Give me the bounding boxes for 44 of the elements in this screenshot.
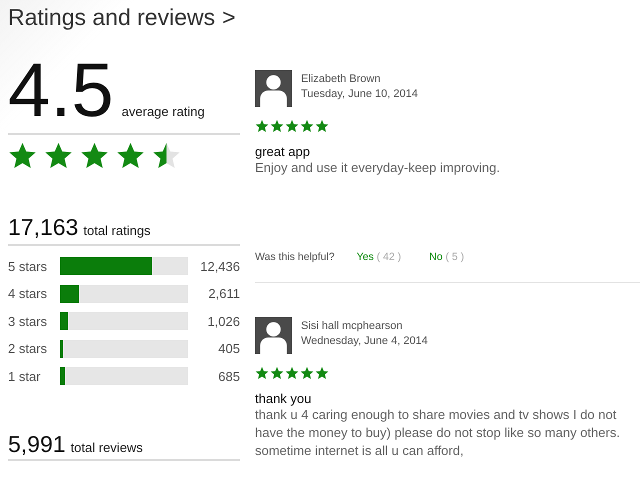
rating-count: 405 (217, 341, 240, 356)
review-date: Tuesday, June 10, 2014 (301, 88, 418, 100)
review-text: Enjoy and use it everyday-keep improving. (255, 159, 501, 177)
total-reviews-count: 5,991 (8, 431, 66, 458)
average-rating-value: 4.5 (8, 53, 114, 129)
star-icon (116, 141, 145, 170)
total-ratings-label: total ratings (83, 223, 151, 238)
star-icon (285, 119, 299, 133)
chevron-link[interactable]: > (222, 4, 236, 31)
reviewer-name: Sisi hall mcphearson (301, 320, 404, 332)
rating-count: 2,611 (207, 286, 240, 301)
total-ratings-count: 17,163 (8, 214, 78, 241)
star-level-label: 5 stars (8, 258, 48, 274)
star-icon (270, 119, 284, 133)
review-date: Wednesday, June 4, 2014 (301, 335, 428, 347)
reviewer-name: Elizabeth Brown (301, 73, 382, 85)
star-icon (255, 119, 269, 133)
star-icon (285, 366, 299, 380)
star-icon (315, 366, 329, 380)
total-reviews-label: total reviews (70, 440, 143, 455)
star-icon (80, 141, 109, 170)
rating-count: 685 (217, 368, 240, 384)
star-icon (300, 366, 314, 380)
star-icon (152, 141, 181, 170)
section-title: Ratings and reviews (8, 4, 216, 31)
rating-count: 1,026 (206, 314, 240, 328)
star-level-label: 3 stars (8, 314, 48, 328)
no-button[interactable]: No ( 5 ) (429, 251, 464, 263)
star-icon (255, 366, 269, 380)
star-level-label: 2 stars (8, 341, 48, 356)
star-icon (44, 141, 73, 170)
star-icon (300, 119, 314, 133)
yes-button[interactable]: Yes ( 42 ) (356, 251, 402, 263)
star-level-label: 1 star (8, 368, 42, 384)
average-rating-label: average rating (122, 104, 205, 119)
rating-count: 12,436 (199, 258, 240, 274)
star-icon (315, 119, 329, 133)
star-icon (270, 366, 284, 380)
review-text: thank u 4 caring enough to share movies and tv shows I do not have the money to buy) please do not stop like so many others. sometime internet is all u can afford, (255, 406, 621, 460)
star-icon (8, 141, 37, 170)
star-level-label: 4 stars (8, 286, 48, 301)
helpful-prompt: Was this helpful? (255, 251, 335, 263)
review-title: great app (255, 144, 311, 159)
review-title: thank you (255, 391, 312, 406)
